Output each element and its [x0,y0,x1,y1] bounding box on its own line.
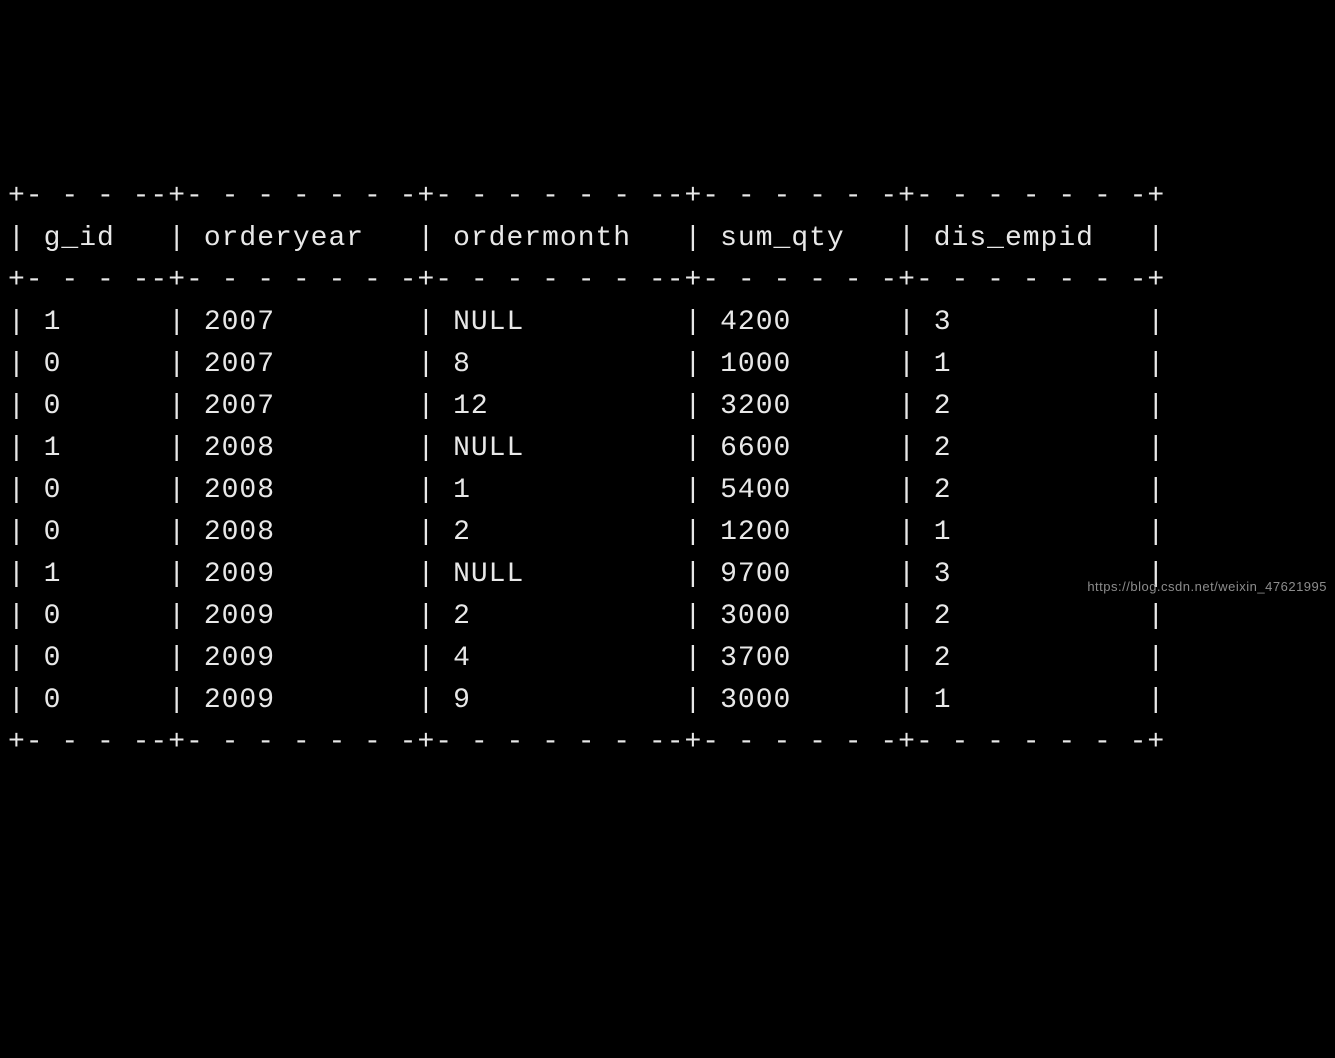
sql-result-table: +- - - --+- - - - - - -+- - - - - - --+-… [8,176,1327,764]
watermark-text: https://blog.csdn.net/weixin_47621995 [1087,577,1327,597]
